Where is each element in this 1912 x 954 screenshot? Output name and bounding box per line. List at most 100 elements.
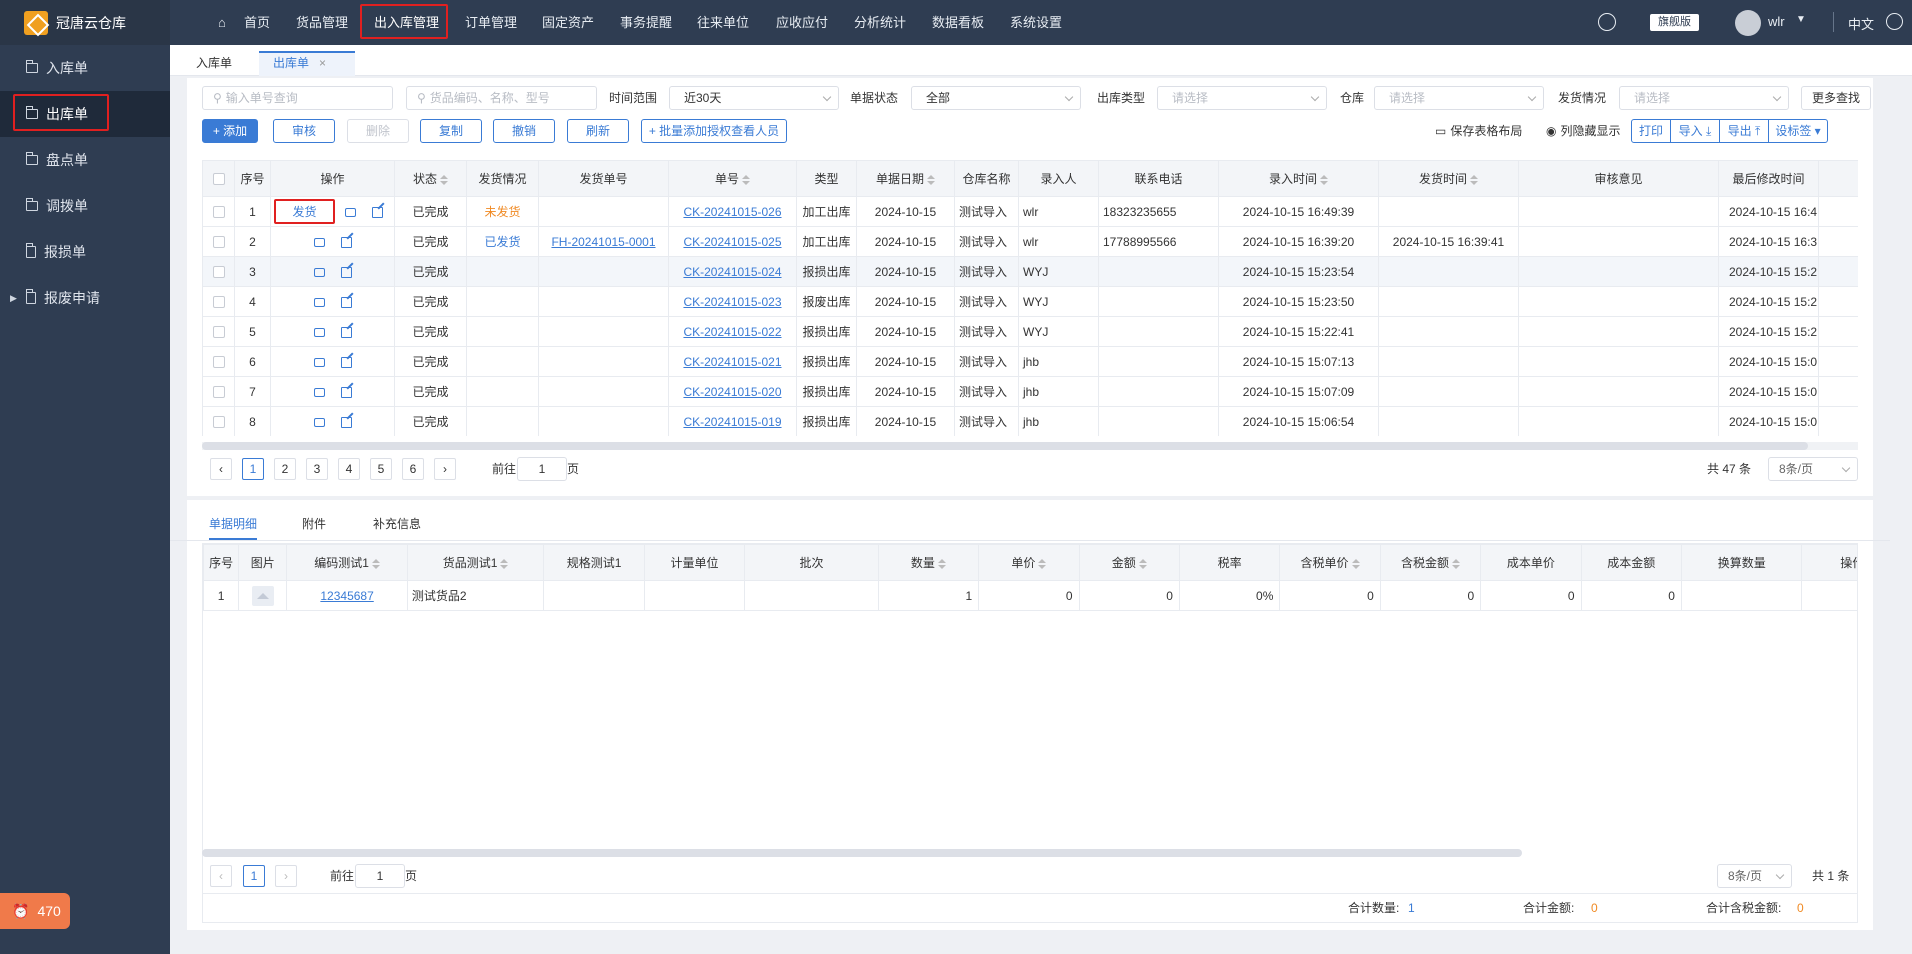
sidebar-item-damage[interactable]: 报损单	[0, 229, 170, 275]
add-button[interactable]: + 添加	[202, 119, 258, 143]
sort-icon[interactable]	[371, 558, 380, 569]
goto-page-input[interactable]: 1	[355, 864, 405, 888]
outbound-type-select[interactable]: 请选择	[1157, 86, 1327, 110]
theme-icon[interactable]	[1598, 13, 1616, 31]
nav-home[interactable]: 首页	[244, 0, 270, 45]
column-header[interactable]: 单据日期	[856, 160, 955, 197]
row-checkbox[interactable]	[212, 326, 225, 339]
table-row[interactable]: 5 已完成 CK-20241015-022 报损出库 2024-10-15 测试导入 WYJ…	[202, 316, 1858, 347]
table-row[interactable]: 6 已完成 CK-20241015-021 报损出库 2024-10-15 测试导入 jhb…	[202, 346, 1858, 377]
table-row[interactable]: 1 12345687 测试货品2 1 0 0 0% 0 0 0 0	[203, 580, 1857, 611]
sort-icon[interactable]	[1038, 558, 1047, 569]
language-switch[interactable]: 中文	[1848, 14, 1874, 33]
sidebar-item-inbound[interactable]: 入库单	[0, 45, 170, 91]
column-header[interactable]: 批次	[744, 544, 879, 581]
nav-settings[interactable]: 系统设置	[1010, 0, 1062, 45]
audit-button[interactable]: 审核	[273, 119, 335, 143]
scroll-thumb[interactable]	[202, 849, 1522, 857]
batch-authorize-button[interactable]: + 批量添加授权查看人员	[641, 119, 787, 143]
export-button[interactable]: 导出 ⤒	[1719, 119, 1769, 143]
tab-attachments[interactable]: 附件	[302, 508, 326, 540]
row-checkbox[interactable]	[212, 296, 225, 309]
print-icon[interactable]	[313, 267, 325, 277]
column-header[interactable]: 发货时间	[1378, 160, 1519, 197]
save-layout-button[interactable]: ▭ 保存表格布局	[1435, 119, 1522, 143]
cell-order[interactable]: CK-20241015-023	[683, 295, 781, 309]
column-header[interactable]: 图片	[238, 544, 288, 581]
horizontal-scrollbar[interactable]	[202, 442, 1858, 450]
nav-assets[interactable]: 固定资产	[542, 0, 594, 45]
column-header[interactable]: 成本单价	[1480, 544, 1582, 581]
nav-inout[interactable]: 出入库管理	[374, 0, 439, 45]
edit-icon[interactable]	[340, 296, 352, 308]
table-row[interactable]: 1 发货 已完成 未发货 CK-20241015-026 加工出库 2024-10-15 测试…	[202, 196, 1858, 227]
column-header[interactable]: 审核意见	[1518, 160, 1719, 197]
print-icon[interactable]	[313, 387, 325, 397]
sort-icon[interactable]	[927, 174, 935, 185]
import-button[interactable]: 导入 ⤓	[1670, 119, 1720, 143]
page-1[interactable]: 1	[243, 865, 265, 887]
time-range-select[interactable]: 近30天	[669, 86, 839, 110]
print-button[interactable]: 打印	[1631, 119, 1671, 143]
column-header[interactable]: 含税金额	[1379, 544, 1482, 581]
cell-ship-no[interactable]: FH-20241015-0001	[551, 235, 655, 249]
chevron-down-icon[interactable]: ▼	[1796, 14, 1806, 25]
print-icon[interactable]	[344, 208, 356, 218]
cell-order[interactable]: CK-20241015-020	[683, 385, 781, 399]
set-tag-button[interactable]: 设标签 ▾	[1768, 119, 1828, 143]
row-checkbox[interactable]	[212, 356, 225, 369]
nav-reminders[interactable]: 事务提醒	[620, 0, 672, 45]
column-header[interactable]: 仓库名称	[954, 160, 1019, 197]
sidebar-item-transfer[interactable]: 调拨单	[0, 183, 170, 229]
column-header[interactable]: 联系电话	[1098, 160, 1219, 197]
notification-badge[interactable]: ⏰ 470	[0, 893, 70, 929]
column-header[interactable]: 规格测试1	[543, 544, 645, 581]
column-header[interactable]: 操作	[270, 160, 395, 197]
tab-outbound[interactable]: 出库单 ×	[259, 51, 355, 76]
globe-icon[interactable]	[1886, 13, 1903, 30]
home-icon[interactable]: ⌂	[218, 0, 226, 45]
scroll-thumb[interactable]	[202, 442, 1808, 450]
column-header[interactable]: 类型	[796, 160, 857, 197]
table-row[interactable]: 8 已完成 CK-20241015-019 报损出库 2024-10-15 测试导入 jhb…	[202, 406, 1858, 436]
page-button[interactable]: 2	[274, 458, 296, 480]
column-header[interactable]: 发货情况	[466, 160, 539, 197]
row-checkbox[interactable]	[212, 206, 225, 219]
print-icon[interactable]	[313, 237, 325, 247]
row-checkbox[interactable]	[212, 386, 225, 399]
next-page-button[interactable]: ›	[275, 865, 297, 887]
sort-icon[interactable]	[1470, 174, 1478, 185]
column-header[interactable]: 最后修改时间	[1718, 160, 1819, 197]
cell-order[interactable]: CK-20241015-025	[683, 235, 781, 249]
cell-order[interactable]: CK-20241015-021	[683, 355, 781, 369]
nav-orders[interactable]: 订单管理	[465, 0, 517, 45]
page-button[interactable]: 4	[338, 458, 360, 480]
page-size-select[interactable]: 8条/页	[1768, 457, 1858, 481]
prev-page-button[interactable]: ‹	[210, 865, 232, 887]
row-checkbox[interactable]	[212, 266, 225, 279]
column-header[interactable]: 成本金额	[1580, 544, 1682, 581]
nav-receivables[interactable]: 应收应付	[776, 0, 828, 45]
page-button[interactable]: 6	[402, 458, 424, 480]
column-header[interactable]: 金额	[1078, 544, 1180, 581]
sort-icon[interactable]	[937, 558, 946, 569]
column-header[interactable]: 税率	[1178, 544, 1281, 581]
status-select[interactable]: 全部	[911, 86, 1081, 110]
ship-status-select[interactable]: 请选择	[1619, 86, 1789, 110]
delete-button[interactable]: 删除	[347, 119, 409, 143]
column-header[interactable]: 序号	[234, 160, 271, 197]
ship-button[interactable]: 发货	[274, 199, 335, 224]
sort-icon[interactable]	[1138, 558, 1147, 569]
print-icon[interactable]	[313, 297, 325, 307]
tab-inbound[interactable]: 入库单	[182, 51, 246, 76]
cell-code[interactable]: 12345687	[320, 589, 373, 603]
next-page-button[interactable]: ›	[434, 458, 456, 480]
column-header[interactable]: 编码测试1	[286, 544, 408, 581]
warehouse-select[interactable]: 请选择	[1374, 86, 1544, 110]
cell-order[interactable]: CK-20241015-026	[683, 205, 781, 219]
column-header[interactable]: 换算数量	[1680, 544, 1803, 581]
page-button[interactable]: 3	[306, 458, 328, 480]
edit-icon[interactable]	[340, 356, 352, 368]
table-row[interactable]: 7 已完成 CK-20241015-020 报损出库 2024-10-15 测试导入 jhb…	[202, 376, 1858, 407]
sidebar-item-stocktake[interactable]: 盘点单	[0, 137, 170, 183]
